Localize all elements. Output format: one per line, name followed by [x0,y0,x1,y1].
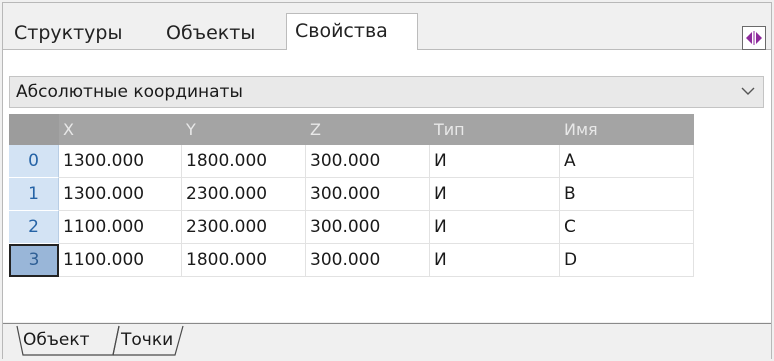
column-header-z[interactable]: Z [306,114,430,145]
row-index[interactable]: 2 [9,211,59,244]
cell-name[interactable]: A [560,145,694,178]
tab-bar: Структуры Объекты Свойства [3,3,771,50]
cell-name[interactable]: B [560,178,694,211]
bottom-tab-outline [16,325,184,356]
column-header-name[interactable]: Имя [560,114,694,145]
cell-z[interactable]: 300.000 [306,178,430,211]
row-index[interactable]: 0 [9,145,59,178]
cell-y[interactable]: 1800.000 [182,145,306,178]
split-toggle-button[interactable] [742,26,766,50]
tab-objects[interactable]: Объекты [158,17,284,49]
header-corner[interactable] [9,114,59,145]
column-header-x[interactable]: X [59,114,182,145]
cell-z[interactable]: 300.000 [306,211,430,244]
properties-panel: Структуры Объекты Свойства Абсолютные ко… [2,2,772,359]
column-header-y[interactable]: Y [182,114,306,145]
tab-object[interactable]: Объект [23,326,90,354]
cell-type[interactable]: И [430,178,560,211]
cell-type[interactable]: И [430,211,560,244]
cell-y[interactable]: 2300.000 [182,178,306,211]
cell-z[interactable]: 300.000 [306,145,430,178]
tab-properties[interactable]: Свойства [286,13,418,50]
cell-x[interactable]: 1100.000 [59,244,182,277]
bottom-tab-bar: Объект Точки [3,323,771,359]
table-row[interactable]: 0 1300.000 1800.000 300.000 И A [9,145,694,178]
cell-type[interactable]: И [430,145,560,178]
split-arrows-icon [746,31,762,45]
tab-points[interactable]: Точки [121,326,173,354]
cell-y[interactable]: 2300.000 [182,211,306,244]
cell-y[interactable]: 1800.000 [182,244,306,277]
tab-structures[interactable]: Структуры [6,17,156,49]
cell-z[interactable]: 300.000 [306,244,430,277]
table-header: X Y Z Тип Имя [9,114,694,145]
cell-type[interactable]: И [430,244,560,277]
table-row-selected[interactable]: 3 1100.000 1800.000 300.000 И D [9,244,694,277]
cell-name[interactable]: D [560,244,694,277]
cell-x[interactable]: 1300.000 [59,178,182,211]
table-row[interactable]: 2 1100.000 2300.000 300.000 И C [9,211,694,244]
coordinate-mode-value: Абсолютные координаты [16,82,243,102]
coordinate-mode-select[interactable]: Абсолютные координаты [9,76,764,108]
properties-content: Абсолютные координаты X Y Z Тип Имя 0 13… [3,50,771,322]
points-table: X Y Z Тип Имя 0 1300.000 1800.000 300.00… [9,114,694,277]
cell-x[interactable]: 1100.000 [59,211,182,244]
column-header-type[interactable]: Тип [430,114,560,145]
cell-name[interactable]: C [560,211,694,244]
table-row[interactable]: 1 1300.000 2300.000 300.000 И B [9,178,694,211]
chevron-down-icon [741,87,755,95]
row-index[interactable]: 1 [9,178,59,211]
row-index[interactable]: 3 [9,244,59,277]
cell-x[interactable]: 1300.000 [59,145,182,178]
